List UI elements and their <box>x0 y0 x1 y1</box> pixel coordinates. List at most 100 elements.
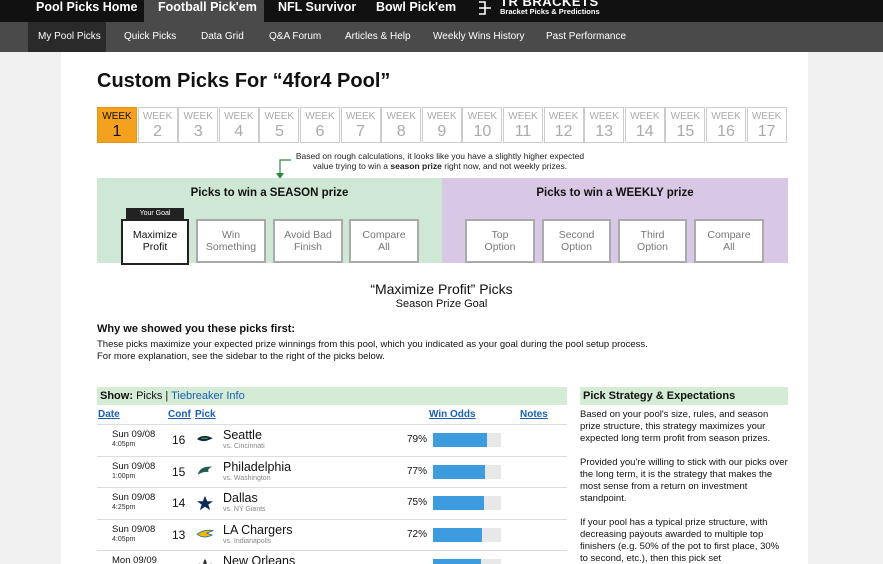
picked-team[interactable]: Seattle <box>223 428 262 442</box>
game-date: Sun 09/08 <box>112 460 156 472</box>
option-avoid-bad-finish[interactable]: Avoid Bad Finish <box>273 219 343 263</box>
week-number: 1 <box>112 123 122 140</box>
week-number: 9 <box>437 123 447 140</box>
week-tab-3[interactable]: WEEK 3 <box>178 107 219 143</box>
chargers-bolt-icon <box>196 529 215 538</box>
option-line: Avoid Bad <box>284 229 332 241</box>
week-tab-11[interactable]: WEEK 11 <box>503 107 543 143</box>
opponent: vs. Indianapolis <box>223 537 272 545</box>
picked-team[interactable]: LA Chargers <box>223 523 292 537</box>
column-header-win-odds[interactable]: Win Odds <box>429 409 476 420</box>
table-row: Sun 09/08 4:05pm 13 LA Chargers vs. Indianap… <box>97 518 567 550</box>
week-tab-7[interactable]: WEEK 7 <box>340 107 381 143</box>
week-number: 12 <box>554 123 573 140</box>
tab-pool-picks-home[interactable]: Pool Picks Home <box>36 0 137 22</box>
tab-nfl-survivor[interactable]: NFL Survivor <box>278 0 356 22</box>
week-label: WEEK <box>711 111 741 122</box>
show-picks-option[interactable]: Picks <box>136 390 162 402</box>
win-odds-percent: 77% <box>407 465 428 477</box>
picked-team[interactable]: New Orleans <box>223 554 295 564</box>
subnav-data-grid[interactable]: Data Grid <box>201 22 244 52</box>
option-third[interactable]: Third Option <box>618 219 687 263</box>
week-tab-15[interactable]: WEEK 15 <box>665 107 706 143</box>
option-second[interactable]: Second Option <box>542 219 611 263</box>
tab-football-pickem[interactable]: Football Pick'em <box>144 0 264 22</box>
eagles-logo-icon <box>197 466 213 475</box>
win-odds-bar-fill <box>433 559 481 564</box>
option-line: Second <box>558 229 595 241</box>
option-compare-all-season[interactable]: Compare All <box>349 219 419 263</box>
week-number: 17 <box>757 123 776 140</box>
sub-nav: My Pool Picks Quick Picks Data Grid Q&A … <box>0 22 883 52</box>
week-tab-6[interactable]: WEEK 6 <box>300 107 340 143</box>
option-compare-all-weekly[interactable]: Compare All <box>694 219 764 263</box>
picked-team[interactable]: Philadelphia <box>223 460 291 474</box>
picked-team[interactable]: Dallas <box>223 491 258 505</box>
game-date: Sun 09/08 <box>112 492 156 504</box>
week-tab-9[interactable]: WEEK 9 <box>421 107 462 143</box>
confidence-points: 14 <box>172 496 186 511</box>
win-odds-percent: 79% <box>407 434 428 445</box>
week-label: WEEK <box>102 111 132 122</box>
win-odds-percent: 72% <box>407 528 428 540</box>
picks-section-title: “Maximize Profit” Picks <box>370 281 513 297</box>
option-maximize-profit[interactable]: Maximize Profit <box>121 219 189 265</box>
column-header-date[interactable]: Date <box>98 409 120 420</box>
win-odds-bar <box>433 433 501 447</box>
subnav-qa-forum[interactable]: Q&A Forum <box>269 22 321 52</box>
subnav-my-pool-picks[interactable]: My Pool Picks <box>28 22 106 52</box>
saints-fleur-icon <box>198 559 212 564</box>
week-label: WEEK <box>508 111 538 122</box>
win-odds-bar <box>433 496 501 511</box>
win-odds-bar <box>433 464 501 479</box>
subnav-past-performance[interactable]: Past Performance <box>546 22 626 52</box>
week-tab-10[interactable]: WEEK 10 <box>462 107 503 143</box>
week-number: 14 <box>635 123 654 140</box>
column-header-conf[interactable]: Conf <box>168 409 191 420</box>
seahawks-logo-icon <box>197 435 213 442</box>
week-tab-5[interactable]: WEEK 5 <box>259 107 300 143</box>
week-label: WEEK <box>589 111 619 122</box>
why-line: For more explanation, see the sidebar to… <box>97 351 385 362</box>
week-tab-4[interactable]: WEEK 4 <box>218 107 259 143</box>
week-tab-16[interactable]: WEEK 16 <box>706 107 746 143</box>
option-win-something[interactable]: Win Something <box>196 219 266 263</box>
week-label: WEEK <box>427 111 457 122</box>
option-top[interactable]: Top Option <box>465 219 535 263</box>
week-label: WEEK <box>467 111 498 122</box>
week-tab-17[interactable]: WEEK 17 <box>746 107 787 143</box>
option-line: All <box>378 241 390 253</box>
week-tab-8[interactable]: WEEK 8 <box>381 107 422 143</box>
cowboys-star-icon <box>197 496 213 511</box>
option-line: Third <box>640 229 665 241</box>
column-header-pick[interactable]: Pick <box>195 409 216 420</box>
note-text-end: right now, and not weekly prizes. <box>441 161 568 171</box>
option-line: Option <box>561 241 592 253</box>
week-tab-1[interactable]: WEEK 1 <box>97 107 137 143</box>
tiebreaker-info-link[interactable]: Tiebreaker Info <box>171 390 245 402</box>
week-number: 7 <box>356 123 366 140</box>
week-number: 10 <box>473 123 492 140</box>
option-line: Top <box>491 229 509 241</box>
subnav-quick-picks[interactable]: Quick Picks <box>124 22 176 52</box>
week-tab-13[interactable]: WEEK 13 <box>584 107 625 143</box>
picks-section-subtitle: Season Prize Goal <box>395 298 488 310</box>
recommendation-note: Based on rough calculations, it looks li… <box>290 151 590 171</box>
why-explanation: These picks maximize your expected prize… <box>97 339 717 363</box>
logo-subtext: Bracket Picks & Predictions <box>500 7 600 16</box>
game-time: 4:05pm <box>112 535 136 543</box>
subnav-articles-help[interactable]: Articles & Help <box>345 22 411 52</box>
confidence-points: 16 <box>172 433 186 447</box>
sidebar-heading: Pick Strategy & Expectations <box>580 387 788 405</box>
opponent: vs. Washington <box>223 474 271 482</box>
week-tab-12[interactable]: WEEK 12 <box>543 107 584 143</box>
game-date: Sun 09/08 <box>112 429 156 440</box>
note-bold: season prize <box>390 161 442 171</box>
tab-bowl-pickem[interactable]: Bowl Pick'em <box>376 0 456 22</box>
column-header-notes[interactable]: Notes <box>520 409 548 420</box>
week-tab-2[interactable]: WEEK 2 <box>137 107 178 143</box>
week-label: WEEK <box>345 111 376 122</box>
week-number: 4 <box>234 123 244 140</box>
subnav-weekly-wins-history[interactable]: Weekly Wins History <box>433 22 525 52</box>
week-tab-14[interactable]: WEEK 14 <box>624 107 665 143</box>
